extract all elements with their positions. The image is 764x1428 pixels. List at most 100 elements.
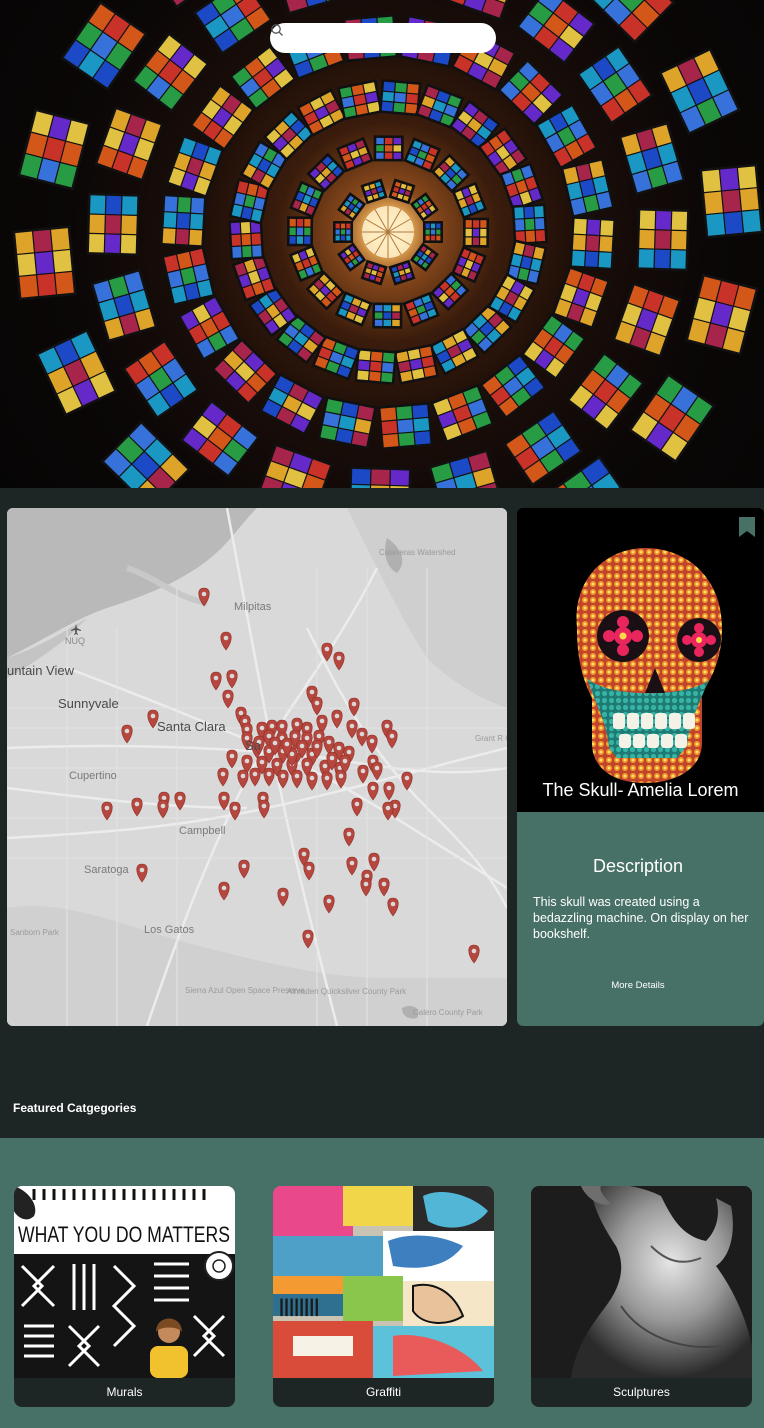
map-marker[interactable] bbox=[210, 671, 222, 691]
map-marker-dot bbox=[240, 773, 246, 779]
map-marker[interactable] bbox=[302, 929, 314, 949]
map-marker[interactable] bbox=[217, 767, 229, 787]
art-map[interactable]: Calaveras Watershed Milpitas NUQ untain … bbox=[7, 508, 507, 1026]
map-marker[interactable] bbox=[368, 852, 380, 872]
map-marker[interactable] bbox=[311, 696, 323, 716]
map-label-sanborn: Sanborn Park bbox=[10, 928, 59, 937]
map-label-santa-clara: Santa Clara bbox=[157, 719, 226, 734]
map-marker[interactable] bbox=[131, 797, 143, 817]
map-marker-dot bbox=[390, 901, 396, 907]
map-marker-dot bbox=[280, 891, 286, 897]
map-marker[interactable] bbox=[367, 781, 379, 801]
map-marker-dot bbox=[314, 700, 320, 706]
map-marker-dot bbox=[225, 693, 231, 699]
map-marker[interactable] bbox=[351, 797, 363, 817]
map-marker[interactable] bbox=[157, 799, 169, 819]
map-label-saratoga: Saratoga bbox=[84, 864, 129, 876]
map-marker[interactable] bbox=[346, 719, 358, 739]
map-marker[interactable] bbox=[226, 669, 238, 689]
map-marker[interactable] bbox=[238, 859, 250, 879]
map-marker[interactable] bbox=[387, 897, 399, 917]
map-marker-dot bbox=[319, 718, 325, 724]
map-marker[interactable] bbox=[222, 689, 234, 709]
map-marker[interactable] bbox=[468, 944, 480, 964]
map-marker[interactable] bbox=[356, 727, 368, 747]
map-marker[interactable] bbox=[306, 771, 318, 791]
category-label: Sculptures bbox=[613, 1385, 670, 1399]
map-marker-dot bbox=[259, 725, 265, 731]
featured-categories-heading: Featured Catgegories bbox=[13, 1101, 137, 1115]
map-label-calaveras: Calaveras Watershed bbox=[379, 548, 456, 557]
map-marker-dot bbox=[280, 773, 286, 779]
map-marker[interactable] bbox=[331, 709, 343, 729]
map-marker-dot bbox=[338, 773, 344, 779]
map-marker[interactable] bbox=[386, 729, 398, 749]
search-input[interactable] bbox=[290, 26, 470, 50]
map-marker[interactable] bbox=[226, 749, 238, 769]
map-marker[interactable] bbox=[237, 769, 249, 789]
map-marker[interactable] bbox=[346, 856, 358, 876]
map-marker[interactable] bbox=[263, 767, 275, 787]
map-label-san-jose: Sa bbox=[245, 738, 261, 753]
map-marker[interactable] bbox=[303, 861, 315, 881]
map-marker[interactable] bbox=[121, 724, 133, 744]
category-card-murals[interactable]: WHAT YOU DO MATTERS Murals bbox=[14, 1186, 235, 1407]
featured-art-card[interactable]: The Skull- Amelia Lorem Description This… bbox=[517, 508, 764, 1026]
map-marker[interactable] bbox=[371, 761, 383, 781]
map-marker[interactable] bbox=[229, 801, 241, 821]
map-marker[interactable] bbox=[291, 769, 303, 789]
map-label-mountain-view: untain View bbox=[7, 663, 74, 678]
map-marker[interactable] bbox=[323, 894, 335, 914]
map-marker-dot bbox=[363, 881, 369, 887]
map-marker[interactable] bbox=[382, 801, 394, 821]
map-marker-dot bbox=[336, 655, 342, 661]
bookmark-icon[interactable] bbox=[738, 516, 756, 538]
map-marker[interactable] bbox=[220, 631, 232, 651]
map-marker[interactable] bbox=[378, 877, 390, 897]
map-marker[interactable] bbox=[343, 827, 355, 847]
map-marker-dot bbox=[326, 898, 332, 904]
map-marker[interactable] bbox=[258, 799, 270, 819]
map-marker[interactable] bbox=[401, 771, 413, 791]
map-marker-dot bbox=[354, 801, 360, 807]
map-marker-dot bbox=[266, 733, 272, 739]
map-marker-dot bbox=[349, 860, 355, 866]
map-marker[interactable] bbox=[333, 651, 345, 671]
map-marker[interactable] bbox=[323, 735, 335, 755]
map-marker-dot bbox=[351, 701, 357, 707]
map-marker-dot bbox=[244, 758, 250, 764]
search-bar[interactable] bbox=[270, 23, 496, 53]
artwork-title: The Skull- Amelia Lorem bbox=[542, 780, 739, 800]
map-label-campbell: Campbell bbox=[179, 825, 226, 837]
map-label-nuq: NUQ bbox=[65, 636, 85, 646]
map-marker[interactable] bbox=[101, 801, 113, 821]
map-marker-dot bbox=[314, 743, 320, 749]
more-details-link[interactable]: More Details bbox=[517, 980, 759, 991]
map-marker[interactable] bbox=[383, 781, 395, 801]
map-marker-dot bbox=[304, 761, 310, 767]
map-marker[interactable] bbox=[321, 771, 333, 791]
map-marker[interactable] bbox=[218, 881, 230, 901]
map-marker-dot bbox=[322, 763, 328, 769]
category-card-sculptures[interactable]: Sculptures bbox=[531, 1186, 752, 1407]
map-marker-dot bbox=[316, 733, 322, 739]
map-marker-dot bbox=[272, 740, 278, 746]
map-marker[interactable] bbox=[249, 767, 261, 787]
map-marker[interactable] bbox=[277, 887, 289, 907]
map-marker-dot bbox=[305, 933, 311, 939]
map-marker[interactable] bbox=[360, 877, 372, 897]
map-marker-dot bbox=[266, 771, 272, 777]
map-marker-dot bbox=[384, 723, 390, 729]
map-canvas[interactable] bbox=[7, 508, 507, 1026]
category-card-graffiti[interactable]: |||||||| Graffiti bbox=[273, 1186, 494, 1407]
map-marker[interactable] bbox=[136, 863, 148, 883]
map-marker-dot bbox=[177, 795, 183, 801]
description-panel: Description This skull was created using… bbox=[517, 812, 764, 1026]
map-label-calero: Calero County Park bbox=[413, 1008, 483, 1017]
map-marker-dot bbox=[221, 795, 227, 801]
map-marker[interactable] bbox=[366, 734, 378, 754]
map-marker[interactable] bbox=[348, 697, 360, 717]
map-marker-dot bbox=[304, 725, 310, 731]
map-marker-dot bbox=[124, 728, 130, 734]
description-text: This skull was created using a bedazzlin… bbox=[533, 895, 749, 941]
